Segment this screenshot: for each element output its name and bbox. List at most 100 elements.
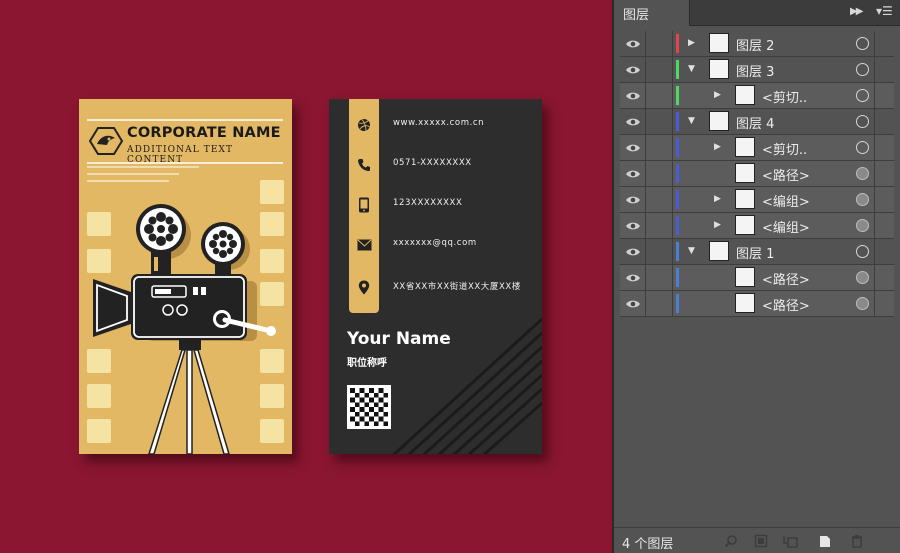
lock-toggle[interactable] [647, 31, 673, 56]
layer-row[interactable]: <路径> [620, 265, 894, 291]
layer-row[interactable]: ▶ <编组> [620, 213, 894, 239]
chevron-right-icon[interactable]: ▶ [714, 194, 721, 204]
new-sublayer-icon[interactable] [782, 532, 800, 550]
selection-column[interactable] [874, 187, 894, 212]
selection-column[interactable] [874, 239, 894, 264]
visibility-eye-icon[interactable] [620, 213, 646, 238]
target-circle-icon[interactable] [856, 271, 869, 284]
panel-tab-bar: 图层 ▶▶ ▾☰ [614, 0, 900, 26]
visibility-eye-icon[interactable] [620, 239, 646, 264]
business-card-back[interactable]: www.xxxxx.com.cn 0571-XXXXXXXX 123XXXXXX… [329, 99, 542, 454]
lock-toggle[interactable] [647, 83, 673, 108]
layer-name[interactable]: <路径> [762, 165, 810, 184]
make-clipping-mask-icon[interactable] [752, 532, 770, 550]
layer-row[interactable]: ▶ <剪切.. [620, 135, 894, 161]
chevron-down-icon[interactable]: ▼ [688, 116, 695, 126]
layer-row[interactable]: ▶ 图层 2 [620, 31, 894, 57]
layer-name[interactable]: <剪切.. [762, 87, 807, 106]
panel-menu-icon[interactable]: ▾☰ [876, 4, 893, 18]
contact-email: xxxxxxx@qq.com [349, 233, 539, 257]
target-circle-icon[interactable] [856, 219, 869, 232]
lock-toggle[interactable] [647, 161, 673, 186]
lock-toggle[interactable] [647, 265, 673, 290]
artboard-canvas[interactable]: CORPORATE NAME ADDITIONAL TEXT CONTENT w… [0, 0, 612, 553]
selection-column[interactable] [874, 265, 894, 290]
chevron-right-icon[interactable]: ▶ [714, 220, 721, 230]
layer-name[interactable]: <路径> [762, 295, 810, 314]
delete-icon[interactable] [848, 532, 866, 550]
job-title: 职位称呼 [347, 358, 387, 369]
visibility-eye-icon[interactable] [620, 31, 646, 56]
layer-row[interactable]: <路径> [620, 291, 894, 317]
layer-name[interactable]: <编组> [762, 191, 810, 210]
layer-color-bar [676, 60, 679, 79]
target-circle-icon[interactable] [856, 63, 869, 76]
target-circle-icon[interactable] [856, 193, 869, 206]
selection-column[interactable] [874, 161, 894, 186]
chevron-right-icon[interactable]: ▶ [714, 142, 721, 152]
visibility-eye-icon[interactable] [620, 291, 646, 316]
layer-row[interactable]: ▼ 图层 3 [620, 57, 894, 83]
lock-toggle[interactable] [647, 135, 673, 160]
selection-column[interactable] [874, 83, 894, 108]
visibility-eye-icon[interactable] [620, 109, 646, 134]
layer-name[interactable]: <路径> [762, 269, 810, 288]
target-circle-icon[interactable] [856, 141, 869, 154]
visibility-eye-icon[interactable] [620, 135, 646, 160]
target-circle-icon[interactable] [856, 115, 869, 128]
lock-toggle[interactable] [647, 213, 673, 238]
layer-thumbnail [735, 137, 755, 157]
visibility-eye-icon[interactable] [620, 265, 646, 290]
layer-name[interactable]: 图层 4 [736, 113, 774, 132]
layer-name[interactable]: 图层 3 [736, 61, 774, 80]
chevron-down-icon[interactable]: ▼ [688, 64, 695, 74]
selection-column[interactable] [874, 135, 894, 160]
visibility-eye-icon[interactable] [620, 57, 646, 82]
locate-object-icon[interactable] [722, 532, 740, 550]
additional-text: ADDITIONAL TEXT CONTENT [127, 145, 234, 165]
visibility-eye-icon[interactable] [620, 83, 646, 108]
layer-thumbnail [735, 293, 755, 313]
layer-thumbnail [735, 85, 755, 105]
lock-toggle[interactable] [647, 57, 673, 82]
chevron-right-icon[interactable]: ▶ [688, 38, 695, 48]
tab-layers[interactable]: 图层 [614, 0, 690, 26]
target-circle-icon[interactable] [856, 37, 869, 50]
layer-thumbnail [735, 189, 755, 209]
lock-toggle[interactable] [647, 187, 673, 212]
layer-row[interactable]: ▶ <编组> [620, 187, 894, 213]
target-circle-icon[interactable] [856, 89, 869, 102]
selection-column[interactable] [874, 213, 894, 238]
chevron-right-icon[interactable]: ▶ [714, 90, 721, 100]
layer-name[interactable]: <编组> [762, 217, 810, 236]
visibility-eye-icon[interactable] [620, 161, 646, 186]
layer-row[interactable]: <路径> [620, 161, 894, 187]
business-card-front[interactable]: CORPORATE NAME ADDITIONAL TEXT CONTENT [79, 99, 292, 454]
mobile-text: 123XXXXXXXX [393, 198, 463, 208]
double-chevron-right-icon[interactable]: ▶▶ [850, 6, 863, 17]
mobile-icon [355, 195, 373, 215]
layer-row[interactable]: ▼ 图层 1 [620, 239, 894, 265]
your-name: Your Name [347, 329, 451, 349]
layer-row[interactable]: ▼ 图层 4 [620, 109, 894, 135]
layers-list: ▶ 图层 2 ▼ 图层 3 ▶ <剪切.. ▼ 图层 4 ▶ <剪切.. <路径> ▶ <编组> ▶ <编组… [620, 31, 894, 524]
new-layer-icon[interactable] [816, 532, 834, 550]
layer-name[interactable]: 图层 1 [736, 243, 774, 262]
target-circle-icon[interactable] [856, 297, 869, 310]
target-circle-icon[interactable] [856, 245, 869, 258]
lock-toggle[interactable] [647, 239, 673, 264]
layer-name[interactable]: <剪切.. [762, 139, 807, 158]
selection-column[interactable] [874, 109, 894, 134]
selection-column[interactable] [874, 57, 894, 82]
selection-column[interactable] [874, 291, 894, 316]
lock-toggle[interactable] [647, 109, 673, 134]
target-circle-icon[interactable] [856, 167, 869, 180]
visibility-eye-icon[interactable] [620, 187, 646, 212]
layer-row[interactable]: ▶ <剪切.. [620, 83, 894, 109]
chevron-down-icon[interactable]: ▼ [688, 246, 695, 256]
selection-column[interactable] [874, 31, 894, 56]
contact-mobile: 123XXXXXXXX [349, 193, 539, 217]
layer-name[interactable]: 图层 2 [736, 35, 774, 54]
lock-toggle[interactable] [647, 291, 673, 316]
address-text: XX省XX市XX街道XX大厦XX楼 [393, 282, 521, 292]
